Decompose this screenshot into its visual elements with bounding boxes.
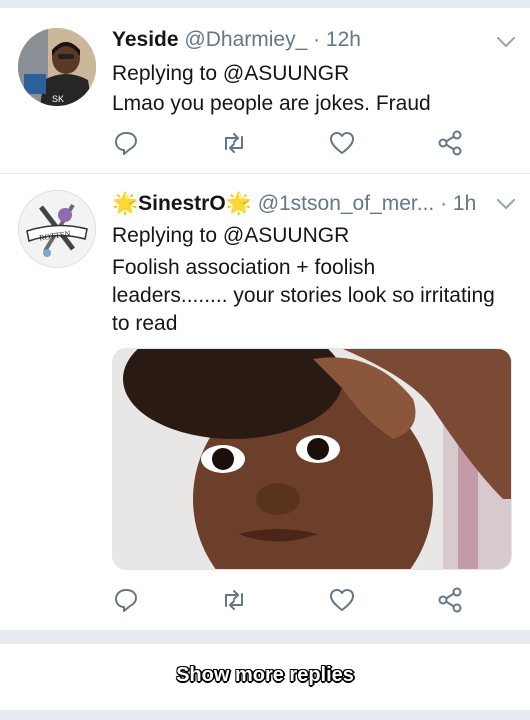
display-name[interactable]: Yeside xyxy=(112,28,179,51)
tweet-text-line: to read xyxy=(112,312,178,335)
reply-icon[interactable] xyxy=(112,129,140,157)
like-icon[interactable] xyxy=(328,129,356,157)
user-handle[interactable]: @1stson_of_mer... xyxy=(258,192,435,215)
tweet-actions xyxy=(0,586,530,614)
tweet-header: Yeside @Dharmiey_ · 12h xyxy=(112,28,361,52)
retweet-icon[interactable] xyxy=(220,129,248,157)
star-emoji-left: 🌟 xyxy=(112,192,139,215)
tweet-actions xyxy=(0,129,530,157)
replying-to: Replying to @ASUUNGR xyxy=(112,62,349,86)
tweet-2[interactable]: ROTTEN 🌟SinestrO🌟 @1stson_of_mer... · 1h… xyxy=(0,174,530,630)
share-icon[interactable] xyxy=(436,586,464,614)
show-more-replies-button[interactable]: Show more replies xyxy=(0,664,530,687)
crying-child-photo-icon xyxy=(113,349,511,569)
section-separator xyxy=(0,630,530,644)
tweet-1[interactable]: SK Yeside @Dharmiey_ · 12h Replying to @… xyxy=(0,8,530,173)
chevron-down-icon[interactable] xyxy=(496,198,516,210)
timestamp[interactable]: · 12h xyxy=(313,28,361,51)
reply-icon[interactable] xyxy=(112,586,140,614)
display-name[interactable]: SinestrO xyxy=(138,192,226,215)
chevron-down-icon[interactable] xyxy=(496,36,516,48)
replying-prefix: Replying to xyxy=(112,62,218,85)
tweet-text-line: leaders........ your stories look so irr… xyxy=(112,284,495,307)
bottom-separator xyxy=(0,710,530,720)
tweet-text: Lmao you people are jokes. Fraud xyxy=(112,92,431,115)
user-handle[interactable]: @Dharmiey_ xyxy=(184,28,307,51)
like-icon[interactable] xyxy=(328,586,356,614)
replying-to: Replying to @ASUUNGR xyxy=(112,224,349,248)
mention-link[interactable]: @ASUUNGR xyxy=(223,62,349,85)
mention-link[interactable]: @ASUUNGR xyxy=(223,224,349,247)
timestamp[interactable]: · 1h xyxy=(440,192,476,215)
avatar-photo-icon: SK xyxy=(18,28,96,106)
avatar[interactable]: SK xyxy=(18,28,96,106)
tweet-text-line: Foolish association + foolish xyxy=(112,256,376,279)
rotten-logo-icon: ROTTEN xyxy=(19,191,95,267)
replying-prefix: Replying to xyxy=(112,224,218,247)
tweet-header: 🌟SinestrO🌟 @1stson_of_mer... · 1h xyxy=(112,192,476,216)
share-icon[interactable] xyxy=(436,129,464,157)
tweet-text: Foolish association + foolish leaders...… xyxy=(112,254,517,338)
top-separator xyxy=(0,0,530,8)
svg-text:SK: SK xyxy=(52,94,64,104)
retweet-icon[interactable] xyxy=(220,586,248,614)
star-emoji-right: 🌟 xyxy=(225,192,252,215)
avatar[interactable]: ROTTEN xyxy=(18,190,96,268)
tweet-media-image[interactable] xyxy=(112,348,512,570)
